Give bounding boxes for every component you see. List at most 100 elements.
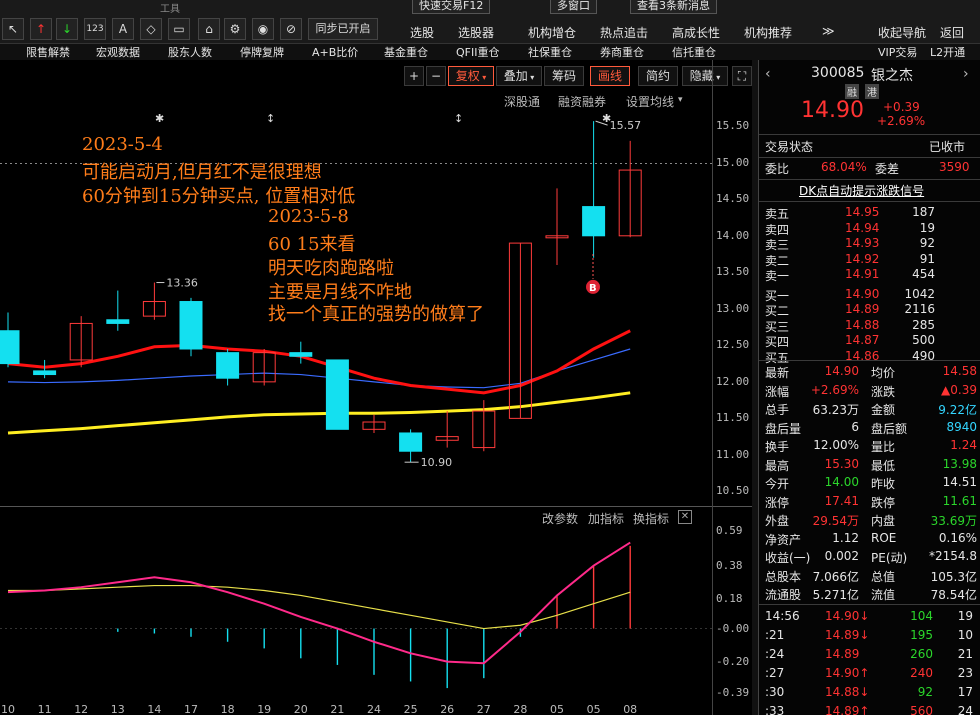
hide-dropdown[interactable]: 隐藏 ▾ <box>682 66 728 86</box>
delete-icon[interactable]: ▭ <box>168 18 190 40</box>
price-axis-label: 11.50 <box>716 411 750 425</box>
level-label: 卖三 <box>765 238 790 252</box>
menu-xuangu[interactable]: 选股 <box>410 24 434 41</box>
draw-line-button[interactable]: 画线 <box>590 66 630 86</box>
menu-more-icon[interactable]: ≫ <box>822 24 835 38</box>
level-label: 卖四 <box>765 222 790 237</box>
overlay-dropdown[interactable]: 叠加 ▾ <box>496 66 542 86</box>
fast-trade-button[interactable]: 快速交易F12 <box>412 0 491 14</box>
tick-row: :30 14.88↓ 92 17 <box>759 685 980 703</box>
stat-value: 5.271亿 <box>812 588 859 602</box>
stats-row: 换手 12.00% 量比 1.24 <box>759 438 980 456</box>
tick-row: :27 14.90↑ 240 23 <box>759 666 980 684</box>
arrow-up-icon[interactable]: ↑ <box>30 18 52 40</box>
menu-lift-ban[interactable]: 限售解禁 <box>26 44 70 60</box>
annotation-line-6: 找一个真正的强势的做算了 <box>268 304 484 325</box>
menu-suspend[interactable]: 停牌复牌 <box>240 44 284 60</box>
chevron-down-icon: ▾ <box>527 73 535 82</box>
arrow-down-icon[interactable]: ↓ <box>56 18 78 40</box>
menu-institution-add[interactable]: 机构增仓 <box>528 24 576 41</box>
menu-collapse-nav[interactable]: 收起导航 <box>878 24 926 41</box>
chips-button[interactable]: 筹码 <box>544 66 584 86</box>
stat-value: 12.00% <box>813 438 859 452</box>
menu-back[interactable]: 返回 <box>940 24 964 41</box>
margin-tag: 融 <box>845 84 859 99</box>
stat-value: 14.00 <box>824 475 859 489</box>
stat-label: 涨跌 <box>871 384 896 399</box>
indicator-axis-label: -0.00 <box>716 621 750 635</box>
menu-hot[interactable]: 热点追击 <box>600 24 648 41</box>
prev-stock-icon[interactable]: ‹ <box>765 66 771 82</box>
menu-holders[interactable]: 股东人数 <box>168 44 212 60</box>
menu-qfii[interactable]: QFII重仓 <box>456 44 499 60</box>
multi-window-button[interactable]: 多窗口 <box>550 0 597 14</box>
stat-value: +2.69% <box>810 382 859 397</box>
weibi-row: 委比 68.04% 委差 3590 <box>759 160 980 178</box>
stats-row: 净资产 1.12 ROE 0.16% <box>759 531 980 549</box>
menu-vip[interactable]: VIP交易 <box>878 44 917 60</box>
gear-icon[interactable]: ⚙ <box>224 18 246 40</box>
weibi-label: 委比 <box>765 162 790 176</box>
stat-label: 流通股 <box>765 588 802 602</box>
stat-label: 盘后量 <box>765 421 802 436</box>
next-stock-icon[interactable]: › <box>963 66 969 82</box>
sell-level-row[interactable]: 卖一 14.91 454 <box>759 267 980 285</box>
stat-label: 总值 <box>871 569 896 584</box>
close-icon[interactable]: ✕ <box>678 510 692 524</box>
lock-icon[interactable]: ⌂ <box>198 18 220 40</box>
stats-row: 总手 63.23万 金额 9.22亿 <box>759 401 980 419</box>
level-volume: 91 <box>919 251 935 266</box>
text-tool-icon[interactable]: A <box>112 18 134 40</box>
messages-button[interactable]: 查看3条新消息 <box>630 0 717 14</box>
stat-value: 8940 <box>946 419 977 434</box>
menu-l2[interactable]: L2开通 <box>930 44 965 60</box>
simple-button[interactable]: 简约 <box>638 66 678 86</box>
level-volume: 500 <box>912 333 935 347</box>
price-axis-label: 14.00 <box>716 228 750 242</box>
menu-recommend[interactable]: 机构推荐 <box>744 24 792 41</box>
tick-count: 24 <box>957 704 973 715</box>
zoom-in-button[interactable]: + <box>404 66 424 86</box>
stat-label: 净资产 <box>765 532 802 547</box>
number-icon[interactable]: 123 <box>84 18 106 40</box>
menu-ab-compare[interactable]: A+B比价 <box>312 44 358 60</box>
menu-broker[interactable]: 券商重仓 <box>600 44 644 60</box>
switch-indicator-link[interactable]: 换指标 <box>633 510 669 527</box>
eraser-icon[interactable]: ◇ <box>140 18 162 40</box>
candle-down <box>289 352 313 357</box>
dk-signal-link[interactable]: DK点自动提示涨跌信号 <box>799 182 924 199</box>
date-label: 10 <box>1 703 15 715</box>
stat-label: 跌停 <box>871 495 896 510</box>
edit-params-link[interactable]: 改参数 <box>542 510 578 527</box>
eye-icon[interactable]: ◉ <box>252 18 274 40</box>
candle-down <box>33 370 57 376</box>
menu-xuanguqi[interactable]: 选股器 <box>458 24 494 41</box>
macd-chart[interactable] <box>0 526 712 698</box>
stat-value: 78.54亿 <box>930 588 977 602</box>
fuquan-dropdown[interactable]: 复权 ▾ <box>448 66 494 86</box>
tick-count: 23 <box>957 666 973 680</box>
add-indicator-link[interactable]: 加指标 <box>588 510 624 527</box>
price-change-pct: +2.69% <box>877 114 926 128</box>
level-volume: 1042 <box>904 286 935 301</box>
tick-volume: 240 <box>910 666 933 680</box>
menu-growth[interactable]: 高成长性 <box>672 24 720 41</box>
hide-icon[interactable]: ⊘ <box>280 18 302 40</box>
stats-row: 最高 15.30 最低 13.98 <box>759 457 980 475</box>
last-price: 14.90 <box>801 98 864 123</box>
menu-trust[interactable]: 信托重仓 <box>672 44 716 60</box>
price-axis-label: 14.50 <box>716 192 750 206</box>
annotation-line-2: 60分钟到15分钟买点, 位置相对低 <box>82 186 356 207</box>
sync-button[interactable]: 同步已开启 <box>308 18 378 40</box>
fullscreen-icon[interactable]: ⛶ <box>732 66 752 86</box>
menu-social[interactable]: 社保重仓 <box>528 44 572 60</box>
menu-fund[interactable]: 基金重仓 <box>384 44 428 60</box>
zoom-out-button[interactable]: − <box>426 66 446 86</box>
cursor-icon[interactable]: ↖ <box>2 18 24 40</box>
tick-row: :24 14.89 260 21 <box>759 647 980 665</box>
date-label: 17 <box>184 703 198 715</box>
menu-macro[interactable]: 宏观数据 <box>96 44 140 60</box>
stat-value: 1.24 <box>950 438 977 452</box>
stat-label: 最低 <box>871 458 896 473</box>
annotation-line-4: 明天吃肉跑路啦 <box>268 258 394 279</box>
